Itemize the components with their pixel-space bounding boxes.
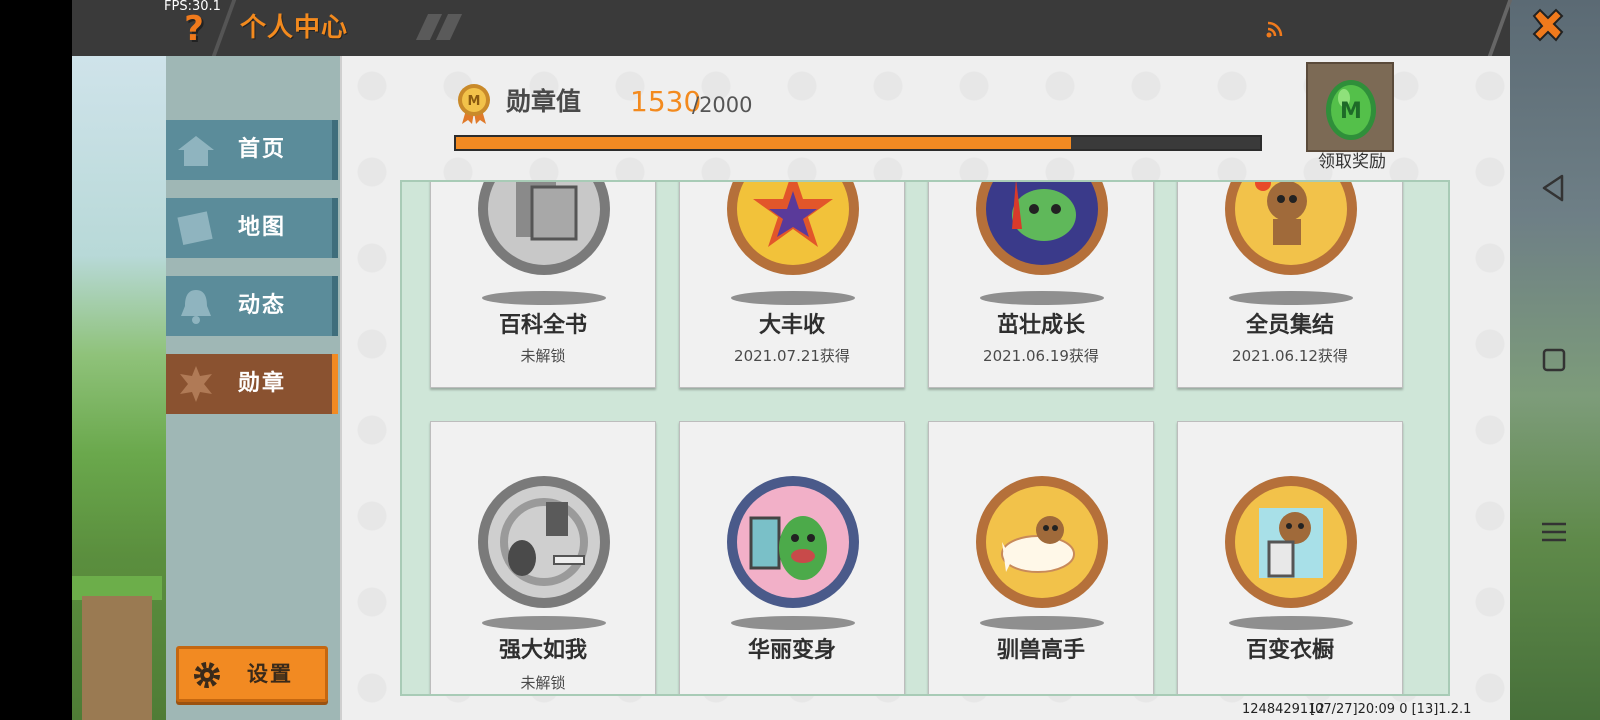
map-icon	[177, 211, 213, 246]
badge-card[interactable]: 大丰收 2021.07.21获得	[679, 182, 905, 388]
badge-status: 未解锁	[520, 674, 566, 692]
game-screen: FPS:30.1 ? 个人中心 首页 地图 动态 勋章 设置 M 勋章值 153…	[0, 0, 1600, 720]
badge-name: 茁壮成长	[996, 313, 1085, 338]
left-letterbox	[0, 0, 72, 720]
sidebar-item-home[interactable]: 首页	[166, 120, 338, 180]
medal-value-label: 勋章值	[506, 87, 582, 116]
green-egg-icon: M	[1326, 80, 1376, 140]
badge-grid: 百科全书 未解锁 大丰收 2021.07.21获得 茁壮成长 2021.06.1…	[400, 180, 1450, 696]
svg-text:M: M	[468, 94, 481, 109]
medal-progress-bar	[454, 135, 1262, 151]
settings-label: 设置	[247, 662, 293, 686]
background-scenery-left	[72, 56, 166, 720]
badge-card[interactable]: 强大如我 未解锁	[430, 421, 656, 694]
medal-progress-fill	[456, 137, 1072, 149]
sidebar: 首页 地图 动态 勋章 设置	[166, 56, 340, 720]
close-icon[interactable]	[1528, 6, 1568, 46]
badge-card[interactable]: 全员集结 2021.06.12获得	[1177, 182, 1403, 388]
sidebar-item-label: 动态	[238, 293, 287, 318]
main-panel: M 勋章值 1530 /2000 M 领取奖励 百科全书 未解锁 大丰收 202…	[340, 56, 1510, 720]
page-title: 个人中心	[240, 13, 349, 43]
beast-tamer-badge-icon	[976, 476, 1108, 608]
sidebar-item-map[interactable]: 地图	[166, 198, 338, 258]
settings-button[interactable]: 设置	[176, 646, 328, 702]
badge-card[interactable]: 百变衣橱	[1177, 421, 1403, 694]
thriving-growth-badge-icon	[976, 182, 1108, 275]
mighty-me-badge-icon	[478, 476, 610, 608]
back-icon[interactable]	[1536, 170, 1572, 206]
badge-card[interactable]: 茁壮成长 2021.06.19获得	[928, 182, 1154, 388]
medal-current-value: 1530	[630, 85, 702, 118]
badge-name: 强大如我	[498, 638, 587, 663]
badge-card[interactable]: 驯兽高手	[928, 421, 1154, 694]
reward-item[interactable]: M	[1306, 62, 1394, 152]
badge-status: 2021.07.21获得	[734, 347, 850, 365]
sidebar-item-medal[interactable]: 勋章	[166, 354, 338, 414]
svg-text:M: M	[1340, 99, 1362, 124]
close-button[interactable]	[1487, 0, 1582, 56]
harvest-badge-icon	[727, 182, 859, 275]
badge-status: 未解锁	[520, 347, 566, 365]
badge-card[interactable]: 百科全书 未解锁	[430, 182, 656, 388]
sidebar-item-label: 首页	[238, 137, 287, 162]
gorgeous-transform-badge-icon	[727, 476, 859, 608]
gear-icon	[194, 662, 220, 688]
badge-name: 华丽变身	[747, 638, 836, 663]
header-decoration	[415, 14, 468, 40]
badge-name: 全员集结	[1245, 313, 1334, 338]
menu-icon[interactable]	[1536, 514, 1572, 550]
badge-card[interactable]: 华丽变身	[679, 421, 905, 694]
team-assemble-badge-icon	[1225, 182, 1357, 275]
wardrobe-badge-icon	[1225, 476, 1357, 608]
encyclopedia-badge-icon	[478, 182, 610, 275]
badge-name: 百变衣橱	[1245, 638, 1334, 663]
badge-name: 百科全书	[498, 313, 587, 338]
help-icon[interactable]: ?	[178, 10, 210, 48]
home-square-icon[interactable]	[1536, 342, 1572, 378]
medal-total-value: /2000	[692, 93, 753, 117]
badge-name: 驯兽高手	[996, 638, 1085, 663]
signal-icon	[1266, 21, 1283, 38]
badge-status: 2021.06.19获得	[983, 347, 1099, 365]
sidebar-item-label: 地图	[238, 215, 287, 240]
version-info-text: [07/27]20:09 0 [13]1.2.1	[1310, 702, 1472, 717]
home-icon	[178, 136, 214, 166]
sidebar-item-feed[interactable]: 动态	[166, 276, 338, 336]
sidebar-item-label: 勋章	[238, 371, 287, 396]
bell-icon	[181, 290, 211, 324]
medal-badge-icon: M	[458, 84, 490, 124]
badge-name: 大丰收	[758, 313, 825, 338]
claim-reward-label[interactable]: 领取奖励	[1290, 150, 1414, 174]
badge-status: 2021.06.12获得	[1232, 347, 1348, 365]
medal-burst-icon	[180, 366, 212, 402]
